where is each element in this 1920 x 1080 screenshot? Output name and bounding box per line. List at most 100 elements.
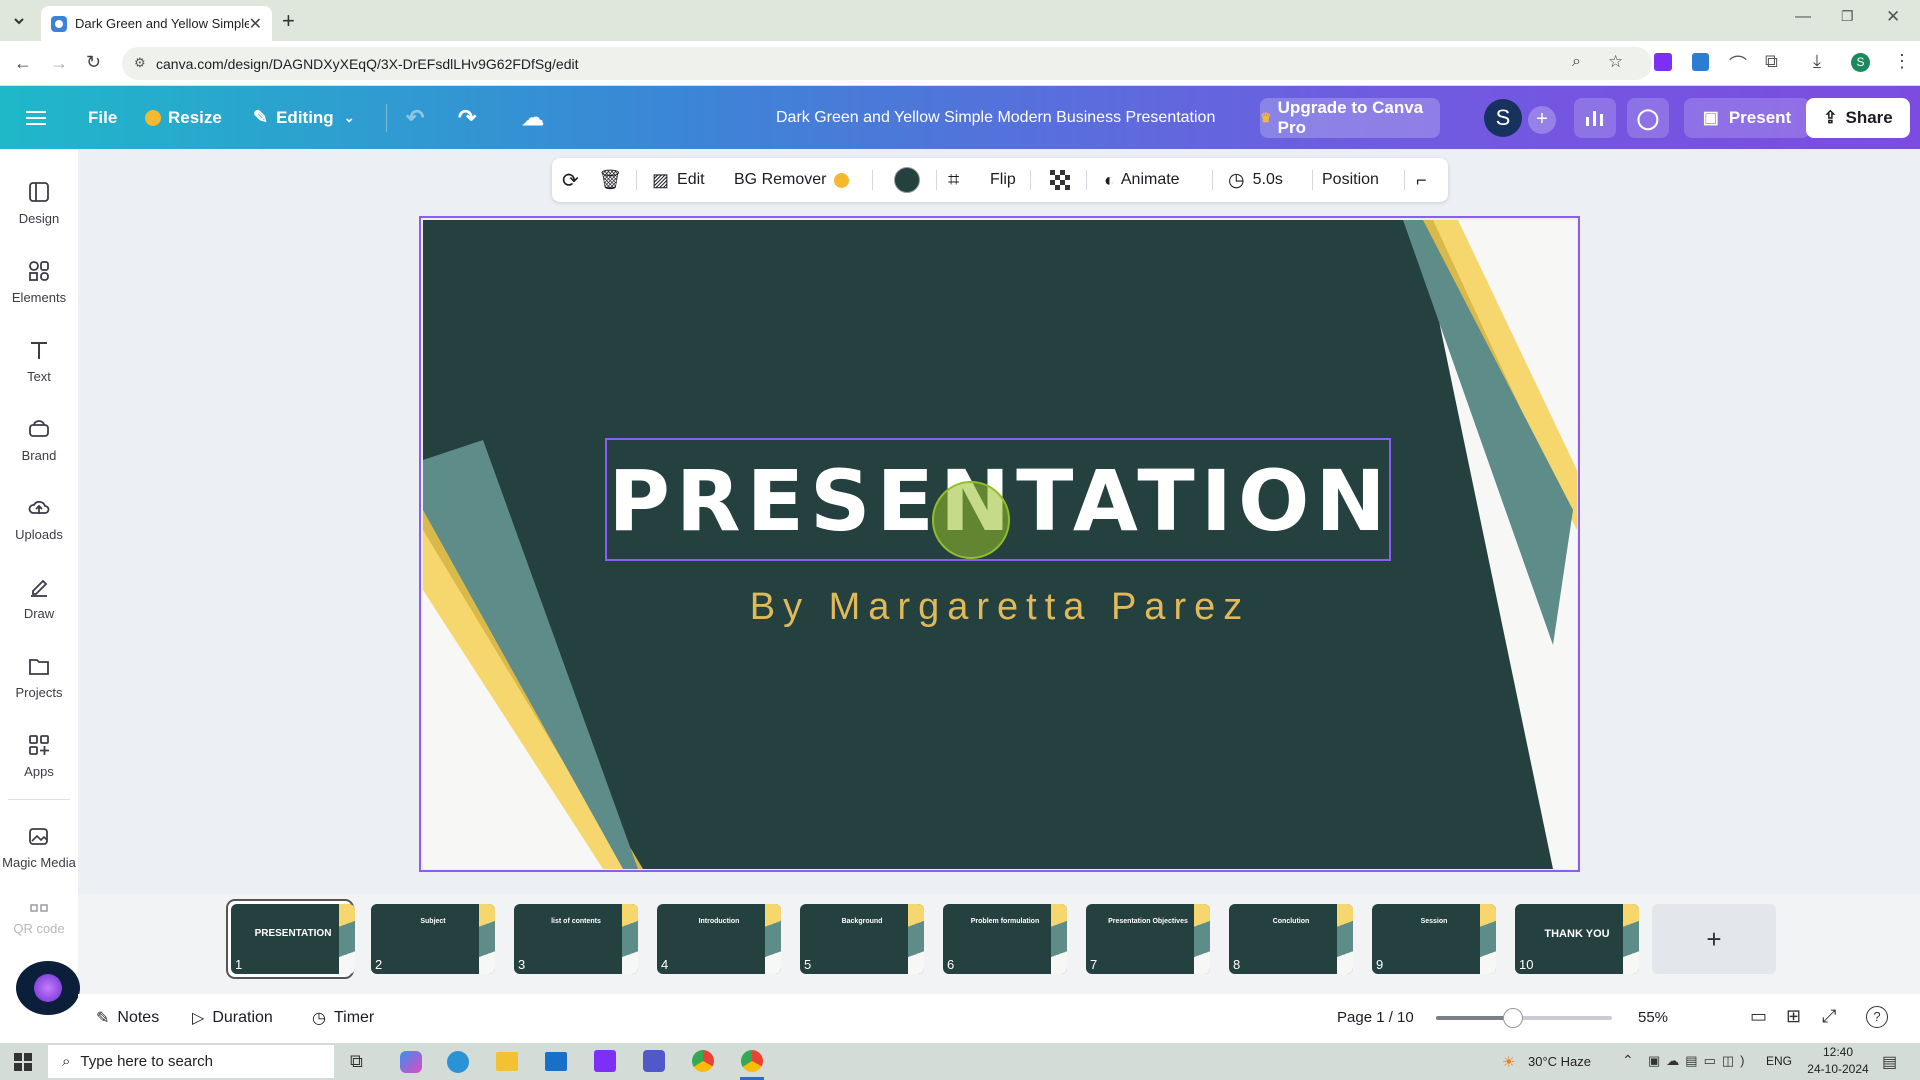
pages-view-icon[interactable]: ▭ <box>1750 1006 1767 1027</box>
duration-footer-button[interactable]: ▷ Duration <box>192 1008 273 1028</box>
task-view-icon[interactable]: ⧉ <box>350 1051 363 1072</box>
add-collaborator-icon[interactable]: + <box>1528 106 1556 134</box>
share-button[interactable]: ⇪ Share <box>1806 98 1910 138</box>
extension-icon[interactable] <box>1654 53 1672 71</box>
page-thumbnail[interactable]: Subject 2 <box>371 904 495 974</box>
browser-tab[interactable]: Dark Green and Yellow Simple M ✕ <box>41 6 272 41</box>
browser-menu-icon[interactable]: ⋮ <box>1893 51 1911 72</box>
app-icon[interactable] <box>594 1050 616 1072</box>
weather-text[interactable]: 30°C Haze <box>1528 1054 1591 1069</box>
duration-button[interactable]: ◷ 5.0s <box>1228 158 1283 202</box>
close-window-icon[interactable]: ✕ <box>1886 7 1900 27</box>
tray-chevron-icon[interactable]: ⌃ <box>1622 1052 1634 1069</box>
edge-icon[interactable] <box>447 1051 469 1073</box>
page-thumbnail[interactable]: Conclution 8 <box>1229 904 1353 974</box>
page-thumbnail[interactable]: Session 9 <box>1372 904 1496 974</box>
sidebar-item-apps[interactable]: Apps <box>0 726 78 796</box>
close-tab-icon[interactable]: ✕ <box>249 14 262 34</box>
chrome-icon[interactable] <box>692 1050 714 1072</box>
sidebar-item-qr-code[interactable]: QR code <box>0 896 78 936</box>
forward-icon[interactable]: → <box>50 53 68 74</box>
extensions-puzzle-icon[interactable]: ⧉ <box>1765 51 1778 72</box>
copy-style-icon[interactable]: ⌐ <box>1416 158 1427 202</box>
user-avatar[interactable]: S <box>1484 99 1522 137</box>
sidebar-item-magic-media[interactable]: Magic Media <box>0 817 78 887</box>
flip-button[interactable]: Flip <box>990 158 1016 202</box>
page-thumbnail[interactable]: Presentation Objectives 7 <box>1086 904 1210 974</box>
zoom-level[interactable]: 55% <box>1638 1009 1668 1026</box>
magic-assistant-button[interactable] <box>16 961 80 1015</box>
position-button[interactable]: Position <box>1322 158 1379 202</box>
taskbar-search-input[interactable]: ⌕ Type here to search <box>48 1045 334 1078</box>
thumbnail-decoration <box>765 904 781 974</box>
profile-avatar[interactable]: S <box>1851 53 1870 72</box>
page-indicator[interactable]: Page 1 / 10 <box>1337 1009 1414 1026</box>
zoom-icon[interactable]: ⌕ <box>1572 53 1581 71</box>
file-menu-button[interactable]: File <box>88 86 117 149</box>
tab-list-icon[interactable] <box>10 12 28 30</box>
transparency-icon[interactable] <box>1050 158 1070 202</box>
replace-icon[interactable]: ⟳ <box>562 158 579 202</box>
zoom-slider-handle[interactable] <box>1503 1008 1524 1028</box>
color-swatch-button[interactable] <box>894 158 920 202</box>
sidebar-item-projects[interactable]: Projects <box>0 647 78 717</box>
sidebar-item-design[interactable]: Design <box>0 173 78 243</box>
fullscreen-icon[interactable]: ⤢ <box>1822 1006 1836 1027</box>
page-thumbnail[interactable]: Background 5 <box>800 904 924 974</box>
teams-icon[interactable] <box>643 1050 665 1072</box>
site-info-icon[interactable]: ⚙ <box>134 55 146 71</box>
edit-image-button[interactable]: ▨ Edit <box>652 158 705 202</box>
page-thumbnail[interactable]: list of contents 3 <box>514 904 638 974</box>
add-page-button[interactable]: + <box>1652 904 1776 974</box>
resize-button[interactable]: Resize <box>145 86 222 149</box>
zoom-slider[interactable] <box>1436 1008 1612 1028</box>
timer-button[interactable]: ◷ Timer <box>312 1008 374 1028</box>
crop-icon[interactable]: ⌗ <box>948 158 959 202</box>
sidebar-item-elements[interactable]: Elements <box>0 252 78 322</box>
mail-icon[interactable] <box>545 1052 567 1071</box>
animate-button[interactable]: ◐ Animate <box>1104 158 1180 202</box>
url-input[interactable]: ⚙ canva.com/design/DAGNDXyXEqQ/3X-DrEFsd… <box>122 47 1652 80</box>
sidebar-item-text[interactable]: Text <box>0 331 78 401</box>
redo-icon[interactable]: ↷ <box>458 86 476 149</box>
notifications-icon[interactable]: ▤ <box>1882 1052 1897 1072</box>
windows-start-icon[interactable] <box>14 1053 32 1071</box>
download-icon[interactable]: ⤓ <box>1813 51 1821 72</box>
page-thumbnail[interactable]: Introduction 4 <box>657 904 781 974</box>
main-menu-icon[interactable] <box>26 86 48 149</box>
sidebar-item-brand[interactable]: Brand <box>0 410 78 480</box>
present-button[interactable]: ▣ Present <box>1684 98 1810 138</box>
help-icon[interactable]: ? <box>1866 1006 1888 1028</box>
chrome-active-icon[interactable] <box>741 1050 763 1072</box>
document-title[interactable]: Dark Green and Yellow Simple Modern Busi… <box>776 86 1215 149</box>
sidebar-item-draw[interactable]: Draw <box>0 568 78 638</box>
cloud-saved-icon[interactable]: ☁ <box>522 86 544 149</box>
grid-view-icon[interactable]: ⊞ <box>1786 1006 1801 1027</box>
back-icon[interactable]: ← <box>14 53 32 74</box>
word-extension-icon[interactable] <box>1692 53 1709 71</box>
file-explorer-icon[interactable] <box>496 1052 518 1071</box>
clock-date[interactable]: 24-10-2024 <box>1806 1062 1870 1076</box>
comments-icon[interactable]: ◯ <box>1627 98 1669 138</box>
language-indicator[interactable]: ENG <box>1766 1054 1792 1068</box>
page-thumbnail[interactable]: PRESENTATION 1 <box>231 904 355 974</box>
copilot-icon[interactable] <box>400 1051 422 1073</box>
trash-icon[interactable]: 🗑︎ <box>598 158 622 202</box>
insights-icon[interactable] <box>1574 98 1616 138</box>
page-thumbnail[interactable]: Problem formulation 6 <box>943 904 1067 974</box>
bg-remover-button[interactable]: BG Remover <box>734 158 850 202</box>
tray-icons[interactable]: ▣☁▤▭◫) <box>1648 1053 1750 1069</box>
extension-arc-icon[interactable]: ⌒ <box>1729 51 1747 77</box>
restore-icon[interactable]: ❐ <box>1841 8 1854 25</box>
minimize-icon[interactable]: — <box>1795 8 1811 26</box>
page-thumbnail[interactable]: THANK YOU 10 <box>1515 904 1639 974</box>
reload-icon[interactable]: ↻ <box>86 52 101 73</box>
new-tab-icon[interactable]: + <box>282 8 295 34</box>
notes-button[interactable]: ✎ Notes <box>96 1008 159 1028</box>
bookmark-star-icon[interactable]: ☆ <box>1608 52 1623 72</box>
upgrade-button[interactable]: ♛ Upgrade to Canva Pro <box>1260 98 1440 138</box>
editing-mode-button[interactable]: ✎ Editing ⌄ <box>253 86 355 149</box>
undo-icon[interactable]: ↶ <box>406 86 424 149</box>
clock-time[interactable]: 12:40 <box>1806 1045 1870 1059</box>
sidebar-item-uploads[interactable]: Uploads <box>0 489 78 559</box>
